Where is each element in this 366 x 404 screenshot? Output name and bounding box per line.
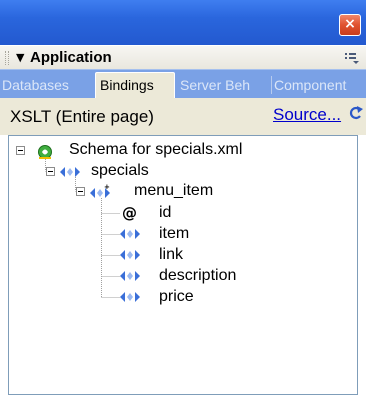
collapse-arrow-icon[interactable]: ▼ xyxy=(16,51,24,65)
element-icon xyxy=(120,250,140,260)
repeating-element-icon: + xyxy=(90,184,110,198)
tree-node-menu-item-label[interactable]: menu_item xyxy=(134,181,213,201)
schema-tree: Schema for specials.xml specials + menu_… xyxy=(8,135,358,395)
element-icon xyxy=(120,292,140,302)
panel-tabs: Databases Bindings Server Beh Component xyxy=(0,69,366,99)
tree-node-price-label[interactable]: price xyxy=(159,287,194,307)
tree-node-schema-label[interactable]: Schema for specials.xml xyxy=(69,140,242,160)
expander-specials[interactable] xyxy=(46,167,55,176)
tab-separator xyxy=(271,76,272,94)
application-panel-window: × ▼ Application Databases Bindings Serve… xyxy=(0,0,366,404)
panel-options-icon[interactable] xyxy=(345,52,359,64)
svg-text:+: + xyxy=(104,184,110,191)
tree-node-item-label[interactable]: item xyxy=(159,224,189,244)
expander-menu-item[interactable] xyxy=(76,187,85,196)
tree-node-description-label[interactable]: description xyxy=(159,266,236,286)
expander-root[interactable] xyxy=(16,146,25,155)
title-bar: × xyxy=(0,0,366,45)
tab-bindings[interactable]: Bindings xyxy=(95,72,175,99)
tree-node-id-label[interactable]: id xyxy=(159,203,171,223)
element-icon xyxy=(120,229,140,239)
source-link[interactable]: Source... xyxy=(273,105,341,125)
panel-header[interactable]: ▼ Application xyxy=(0,45,366,69)
tree-node-link-label[interactable]: link xyxy=(159,245,183,265)
bindings-toolbar: XSLT (Entire page) Source... xyxy=(0,98,366,135)
close-button[interactable]: × xyxy=(339,14,361,36)
attribute-icon: @ xyxy=(122,204,137,222)
panel-title[interactable]: Application xyxy=(30,49,112,67)
refresh-icon[interactable] xyxy=(349,105,363,121)
schema-icon xyxy=(38,145,52,159)
tab-server-behaviors[interactable]: Server Beh xyxy=(180,74,270,98)
document-type-label: XSLT (Entire page) xyxy=(10,107,154,126)
tab-components[interactable]: Component xyxy=(274,74,366,98)
tab-databases[interactable]: Databases xyxy=(2,74,94,98)
close-icon: × xyxy=(344,16,356,32)
gripper-icon[interactable] xyxy=(5,51,9,65)
element-icon xyxy=(60,167,80,177)
element-icon xyxy=(120,271,140,281)
tree-node-specials-label[interactable]: specials xyxy=(91,161,149,181)
